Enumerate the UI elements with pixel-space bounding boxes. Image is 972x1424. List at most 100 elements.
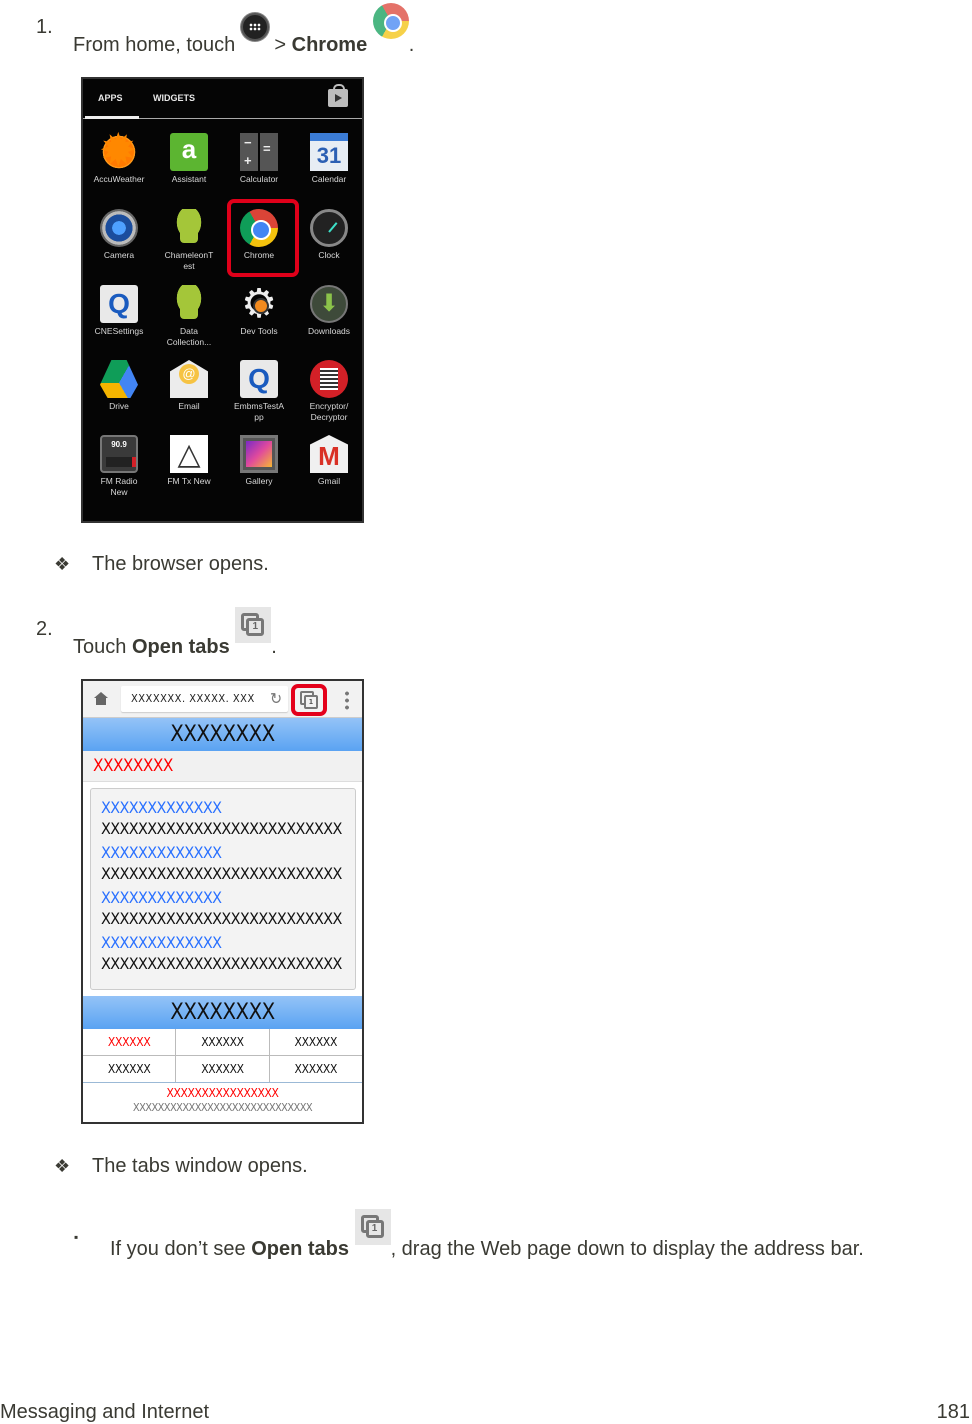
list-item[interactable]: XXXXXXXXXXXXX XXXXXXXXXXXXXXXXXXXXXXXXXX	[101, 842, 355, 884]
chrome-icon	[240, 209, 278, 247]
grid-row: XXXXXX XXXXXX XXXXXX	[83, 1056, 362, 1083]
footer-text: XXXXXXXXXXXXXXXXXXXXXXXXXXXXX	[132, 1101, 313, 1114]
result-text: The browser opens.	[92, 553, 269, 575]
browser-toolbar: XXXXXXX. XXXXX. XXX ↻ 1	[83, 681, 362, 718]
step-period: .	[408, 34, 415, 56]
camera-icon	[100, 209, 138, 247]
step-period: .	[271, 636, 277, 658]
app-label: Downloads	[307, 326, 351, 336]
encryptor-icon	[310, 360, 348, 398]
page-number: 181	[936, 1401, 970, 1423]
app-chameleont-est[interactable]: ChameleonT est	[154, 209, 224, 272]
app-label: Clock	[318, 250, 340, 260]
app-label: Drive	[109, 401, 129, 411]
chrome-icon	[372, 3, 409, 39]
app-email[interactable]: Email	[154, 360, 224, 412]
tab-widgets[interactable]: WIDGETS	[153, 93, 195, 103]
app-calendar[interactable]: 31 Calendar	[294, 133, 364, 185]
open-tabs-button[interactable]: 1	[291, 684, 327, 716]
android-icon	[170, 209, 208, 247]
grid-cell[interactable]: XXXXXX	[83, 1056, 177, 1082]
list-item[interactable]: XXXXXXXXXXXXX XXXXXXXXXXXXXXXXXXXXXXXXXX	[101, 887, 355, 929]
app-camera[interactable]: Camera	[84, 209, 154, 261]
grid-cell[interactable]: XXXXXX	[270, 1029, 362, 1055]
app-label: EmbmsTestA pp	[233, 401, 285, 422]
app-chrome[interactable]: Chrome	[224, 199, 299, 277]
app-drive[interactable]: Drive	[84, 360, 154, 412]
step-1: 1. From home, touch > Chrome .	[0, 3, 972, 57]
grid-cell[interactable]: XXXXXX	[270, 1056, 362, 1082]
app-downloads[interactable]: Downloads	[294, 285, 364, 337]
open-tabs-label: Open tabs	[131, 636, 230, 658]
step-2: 2. Touch Open tabs 1.	[0, 607, 972, 659]
menu-icon[interactable]	[345, 690, 349, 710]
app-fm-radio-new[interactable]: 90.9 FM Radio New	[84, 435, 154, 498]
red-link-strip: XXXXXXXX	[83, 751, 362, 782]
grid-cell[interactable]: XXXXXX	[176, 1056, 270, 1082]
url-text: XXXXXXX. XXXXX. XXX	[131, 692, 255, 705]
app-accuweather[interactable]: AccuWeather	[84, 123, 154, 185]
step-text: Touch Open tabs 1.	[73, 607, 277, 659]
calculator-icon: − = +	[240, 133, 278, 171]
square-bullet-icon: ▪	[74, 1230, 79, 1244]
diamond-bullet-icon: ❖	[54, 554, 71, 574]
play-store-icon[interactable]	[328, 84, 348, 107]
diamond-bullet-icon: ❖	[54, 1156, 71, 1176]
app-calculator[interactable]: − = + Calculator	[224, 133, 294, 185]
list-item[interactable]: XXXXXXXXXXXXX XXXXXXXXXXXXXXXXXXXXXXXXXX	[101, 797, 355, 839]
red-link[interactable]: XXXXXXXX	[93, 756, 173, 776]
app-label: Gmail	[317, 476, 341, 486]
app-gmail[interactable]: Gmail	[294, 435, 364, 487]
email-icon	[170, 360, 208, 398]
tab-count: 1	[365, 1220, 384, 1238]
result-2: ❖ The tabs window opens.	[0, 1154, 972, 1180]
app-data-collection[interactable]: Data Collection...	[154, 285, 224, 348]
app-fm-tx-new[interactable]: FM Tx New	[154, 435, 224, 487]
clock-icon	[310, 209, 348, 247]
browser-screenshot: XXXXXXX. XXXXX. XXX ↻ 1 XXXXXXXX XXXXXXX…	[81, 679, 364, 1124]
app-embmstesta-pp[interactable]: EmbmsTestA pp	[224, 360, 294, 423]
download-icon	[310, 285, 348, 323]
app-label: FM Tx New	[167, 476, 211, 486]
address-bar[interactable]: XXXXXXX. XXXXX. XXX ↻	[121, 686, 288, 712]
grid-cell[interactable]: XXXXXX	[176, 1029, 270, 1055]
assistant-icon: a	[170, 133, 208, 171]
list-item-title[interactable]: XXXXXXXXXXXXX	[101, 932, 355, 953]
app-encryptor-decryptor[interactable]: Encryptor/ Decryptor	[294, 360, 364, 423]
step-text-before: From home, touch	[73, 34, 241, 56]
list-item-title[interactable]: XXXXXXXXXXXXX	[101, 797, 355, 818]
footer-link[interactable]: XXXXXXXXXXXXXXXX	[83, 1086, 362, 1100]
list-item-title[interactable]: XXXXXXXXXXXXX	[101, 842, 355, 863]
app-label: CNESettings	[94, 326, 144, 336]
app-label: Calculator	[239, 174, 279, 184]
step-number: 2.	[36, 618, 53, 640]
app-dev-tools[interactable]: ⚙ Dev Tools	[224, 282, 294, 337]
note-text: If you don’t see Open tabs 1 , drag the W…	[110, 1209, 864, 1261]
drawer-tabs: APPS WIDGETS	[83, 79, 362, 119]
fm-radio-icon: 90.9	[100, 435, 138, 473]
app-clock[interactable]: Clock	[294, 209, 364, 261]
grid-row: XXXXXX XXXXXX XXXXXX	[83, 1029, 362, 1056]
drive-icon	[100, 360, 138, 398]
gear-icon: ⚙	[241, 282, 277, 326]
step-text: From home, touch > Chrome .	[73, 3, 415, 57]
active-tab-indicator	[85, 116, 139, 119]
step-number: 1.	[36, 16, 53, 38]
home-icon[interactable]	[94, 692, 108, 705]
note-text-after: , drag the Web page down to display the …	[390, 1238, 864, 1260]
gallery-icon	[240, 435, 278, 473]
list-item-desc: XXXXXXXXXXXXXXXXXXXXXXXXXX	[101, 909, 342, 928]
tab-apps[interactable]: APPS	[98, 93, 123, 103]
grid-cell[interactable]: XXXXXX	[83, 1029, 177, 1055]
app-label: Camera	[103, 250, 135, 260]
app-assistant[interactable]: a Assistant	[154, 133, 224, 185]
list-item[interactable]: XXXXXXXXXXXXX XXXXXXXXXXXXXXXXXXXXXXXXXX	[101, 932, 355, 974]
note-text-before: If you don’t see	[110, 1238, 252, 1260]
app-gallery[interactable]: Gallery	[224, 435, 294, 487]
calendar-icon: 31	[310, 133, 348, 171]
app-cnesettings[interactable]: CNESettings	[84, 285, 154, 337]
list-item-title[interactable]: XXXXXXXXXXXXX	[101, 887, 355, 908]
apps-icon	[240, 13, 269, 41]
app-label: FM Radio New	[100, 476, 138, 497]
reload-icon[interactable]: ↻	[270, 689, 282, 708]
